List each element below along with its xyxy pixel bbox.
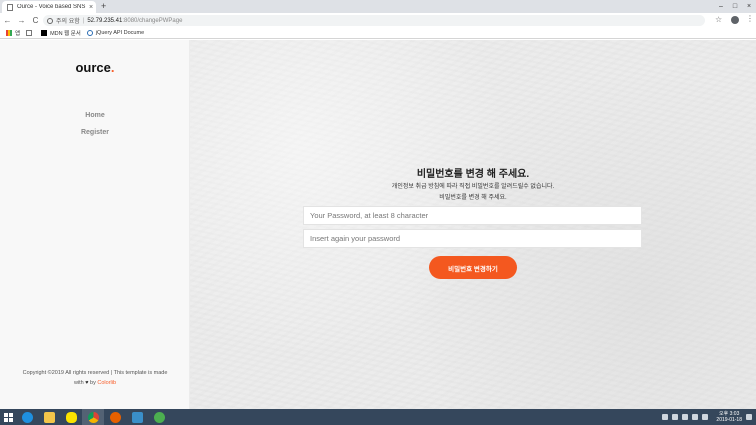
notification-icon[interactable] <box>746 414 752 420</box>
site-logo[interactable]: ource. <box>0 60 190 75</box>
kakaotalk-icon <box>65 411 77 423</box>
tool-icon <box>131 411 143 423</box>
url-host: 52.79.235.41 <box>87 17 123 24</box>
page-title: 비밀번호를 변경 해 주세요. <box>416 169 530 180</box>
close-tab-icon[interactable]: × <box>86 4 96 11</box>
browser-menu-icon[interactable]: ⋮ <box>746 14 754 23</box>
bookmarks-bar: 앱 MDN 웹 문서 jQuery API Docume <box>0 28 756 39</box>
windows-icon <box>3 412 13 422</box>
browser-toolbar: ← → C 주의 요함 | 52.79.235.41 :8080/changeP… <box>0 13 756 28</box>
bookmark-apps[interactable]: 앱 <box>6 29 20 37</box>
taskbar-kakaotalk[interactable] <box>60 409 82 425</box>
taskbar-explorer[interactable] <box>38 409 60 425</box>
info-icon[interactable] <box>47 17 53 24</box>
logo-text: ource <box>75 60 111 75</box>
taskbar-chrome[interactable] <box>82 409 104 425</box>
taskbar: 오후 3:03 2019-01-18 <box>0 409 756 425</box>
reload-button[interactable]: C <box>29 16 42 25</box>
copyright-text: Copyright ©2019 All rights reserved | Th… <box>10 368 180 388</box>
tray-app-icon[interactable] <box>682 414 689 420</box>
bookmark-star-icon[interactable]: ☆ <box>715 15 722 24</box>
tab-title: Ource - Voice based SNS <box>17 4 86 10</box>
nav-home-link[interactable]: Home <box>0 112 190 119</box>
taskbar-app[interactable] <box>148 409 170 425</box>
copyright-line: Copyright ©2019 All rights reserved | Th… <box>22 370 168 376</box>
nav-register-link[interactable]: Register <box>0 129 190 136</box>
url-separator: | <box>82 17 85 24</box>
tab-strip: Ource - Voice based SNS × + – □ × <box>0 0 756 13</box>
confirm-password-input[interactable] <box>303 229 642 248</box>
apps-icon <box>6 30 12 36</box>
copyright-with: with <box>73 380 84 386</box>
main-panel: 비밀번호를 변경 해 주세요. 개인정보 취급 방침에 따라 직접 비밀번호를 … <box>190 40 756 409</box>
forward-button[interactable]: → <box>15 16 28 25</box>
start-button[interactable] <box>0 409 16 425</box>
app-icon <box>153 411 165 423</box>
logo-dot: . <box>110 60 115 75</box>
jquery-icon <box>86 30 93 36</box>
page-content: ource. Home Register Copyright ©2019 All… <box>0 40 756 409</box>
bookmark-label: MDN 웹 문서 <box>50 31 81 37</box>
ie-icon <box>21 411 33 423</box>
url-path: :8080/changePWPage <box>122 17 183 24</box>
firefox-icon <box>109 411 121 423</box>
system-tray: 오후 3:03 2019-01-18 <box>662 409 752 425</box>
back-button[interactable]: ← <box>1 16 14 25</box>
taskbar-ie[interactable] <box>16 409 38 425</box>
chrome-icon <box>87 411 99 423</box>
network-icon[interactable] <box>692 414 699 420</box>
volume-icon[interactable] <box>702 414 709 420</box>
maximize-button[interactable]: □ <box>728 0 742 13</box>
minimize-button[interactable]: – <box>714 0 728 13</box>
file-icon <box>26 30 33 36</box>
description-line-1: 개인정보 취급 방침에 따라 직접 비밀번호를 알려드릴수 없습니다. <box>391 184 555 190</box>
colorlib-link[interactable]: Colorlib <box>97 380 116 386</box>
security-label: 주의 요함 <box>56 19 80 25</box>
bookmark-mdn[interactable]: MDN 웹 문서 <box>41 29 81 37</box>
close-window-button[interactable]: × <box>742 0 756 13</box>
tray-app-icon[interactable] <box>672 414 679 420</box>
mdn-icon <box>41 30 48 36</box>
new-tab-button[interactable]: + <box>101 0 106 13</box>
address-bar[interactable]: 주의 요함 | 52.79.235.41 :8080/changePWPage <box>43 15 705 26</box>
sidebar: ource. Home Register Copyright ©2019 All… <box>0 40 190 409</box>
tray-chevron-icon[interactable] <box>662 414 669 420</box>
browser-tab[interactable]: Ource - Voice based SNS × <box>2 1 96 13</box>
clock-date: 2019-01-18 <box>716 417 742 423</box>
taskbar-firefox[interactable] <box>104 409 126 425</box>
description-line-2: 비밀번호를 변경 해 주세요. <box>439 195 507 201</box>
file-explorer-icon <box>43 411 55 423</box>
account-icon[interactable] <box>731 16 739 24</box>
heart-icon: ♥ <box>85 380 89 386</box>
new-password-input[interactable] <box>303 206 642 225</box>
copyright-by: by <box>90 380 96 386</box>
bookmark-label: jQuery API Docume <box>95 30 145 36</box>
change-password-button[interactable]: 비밀번호 변경하기 <box>429 256 517 279</box>
bookmark-label: 앱 <box>15 31 21 37</box>
bookmark-jquery[interactable]: jQuery API Docume <box>86 30 145 36</box>
page-icon <box>7 3 13 11</box>
bookmark-file[interactable] <box>26 30 35 36</box>
taskbar-tool[interactable] <box>126 409 148 425</box>
taskbar-clock[interactable]: 오후 3:03 2019-01-18 <box>716 411 742 423</box>
window-controls: – □ × <box>714 0 756 13</box>
